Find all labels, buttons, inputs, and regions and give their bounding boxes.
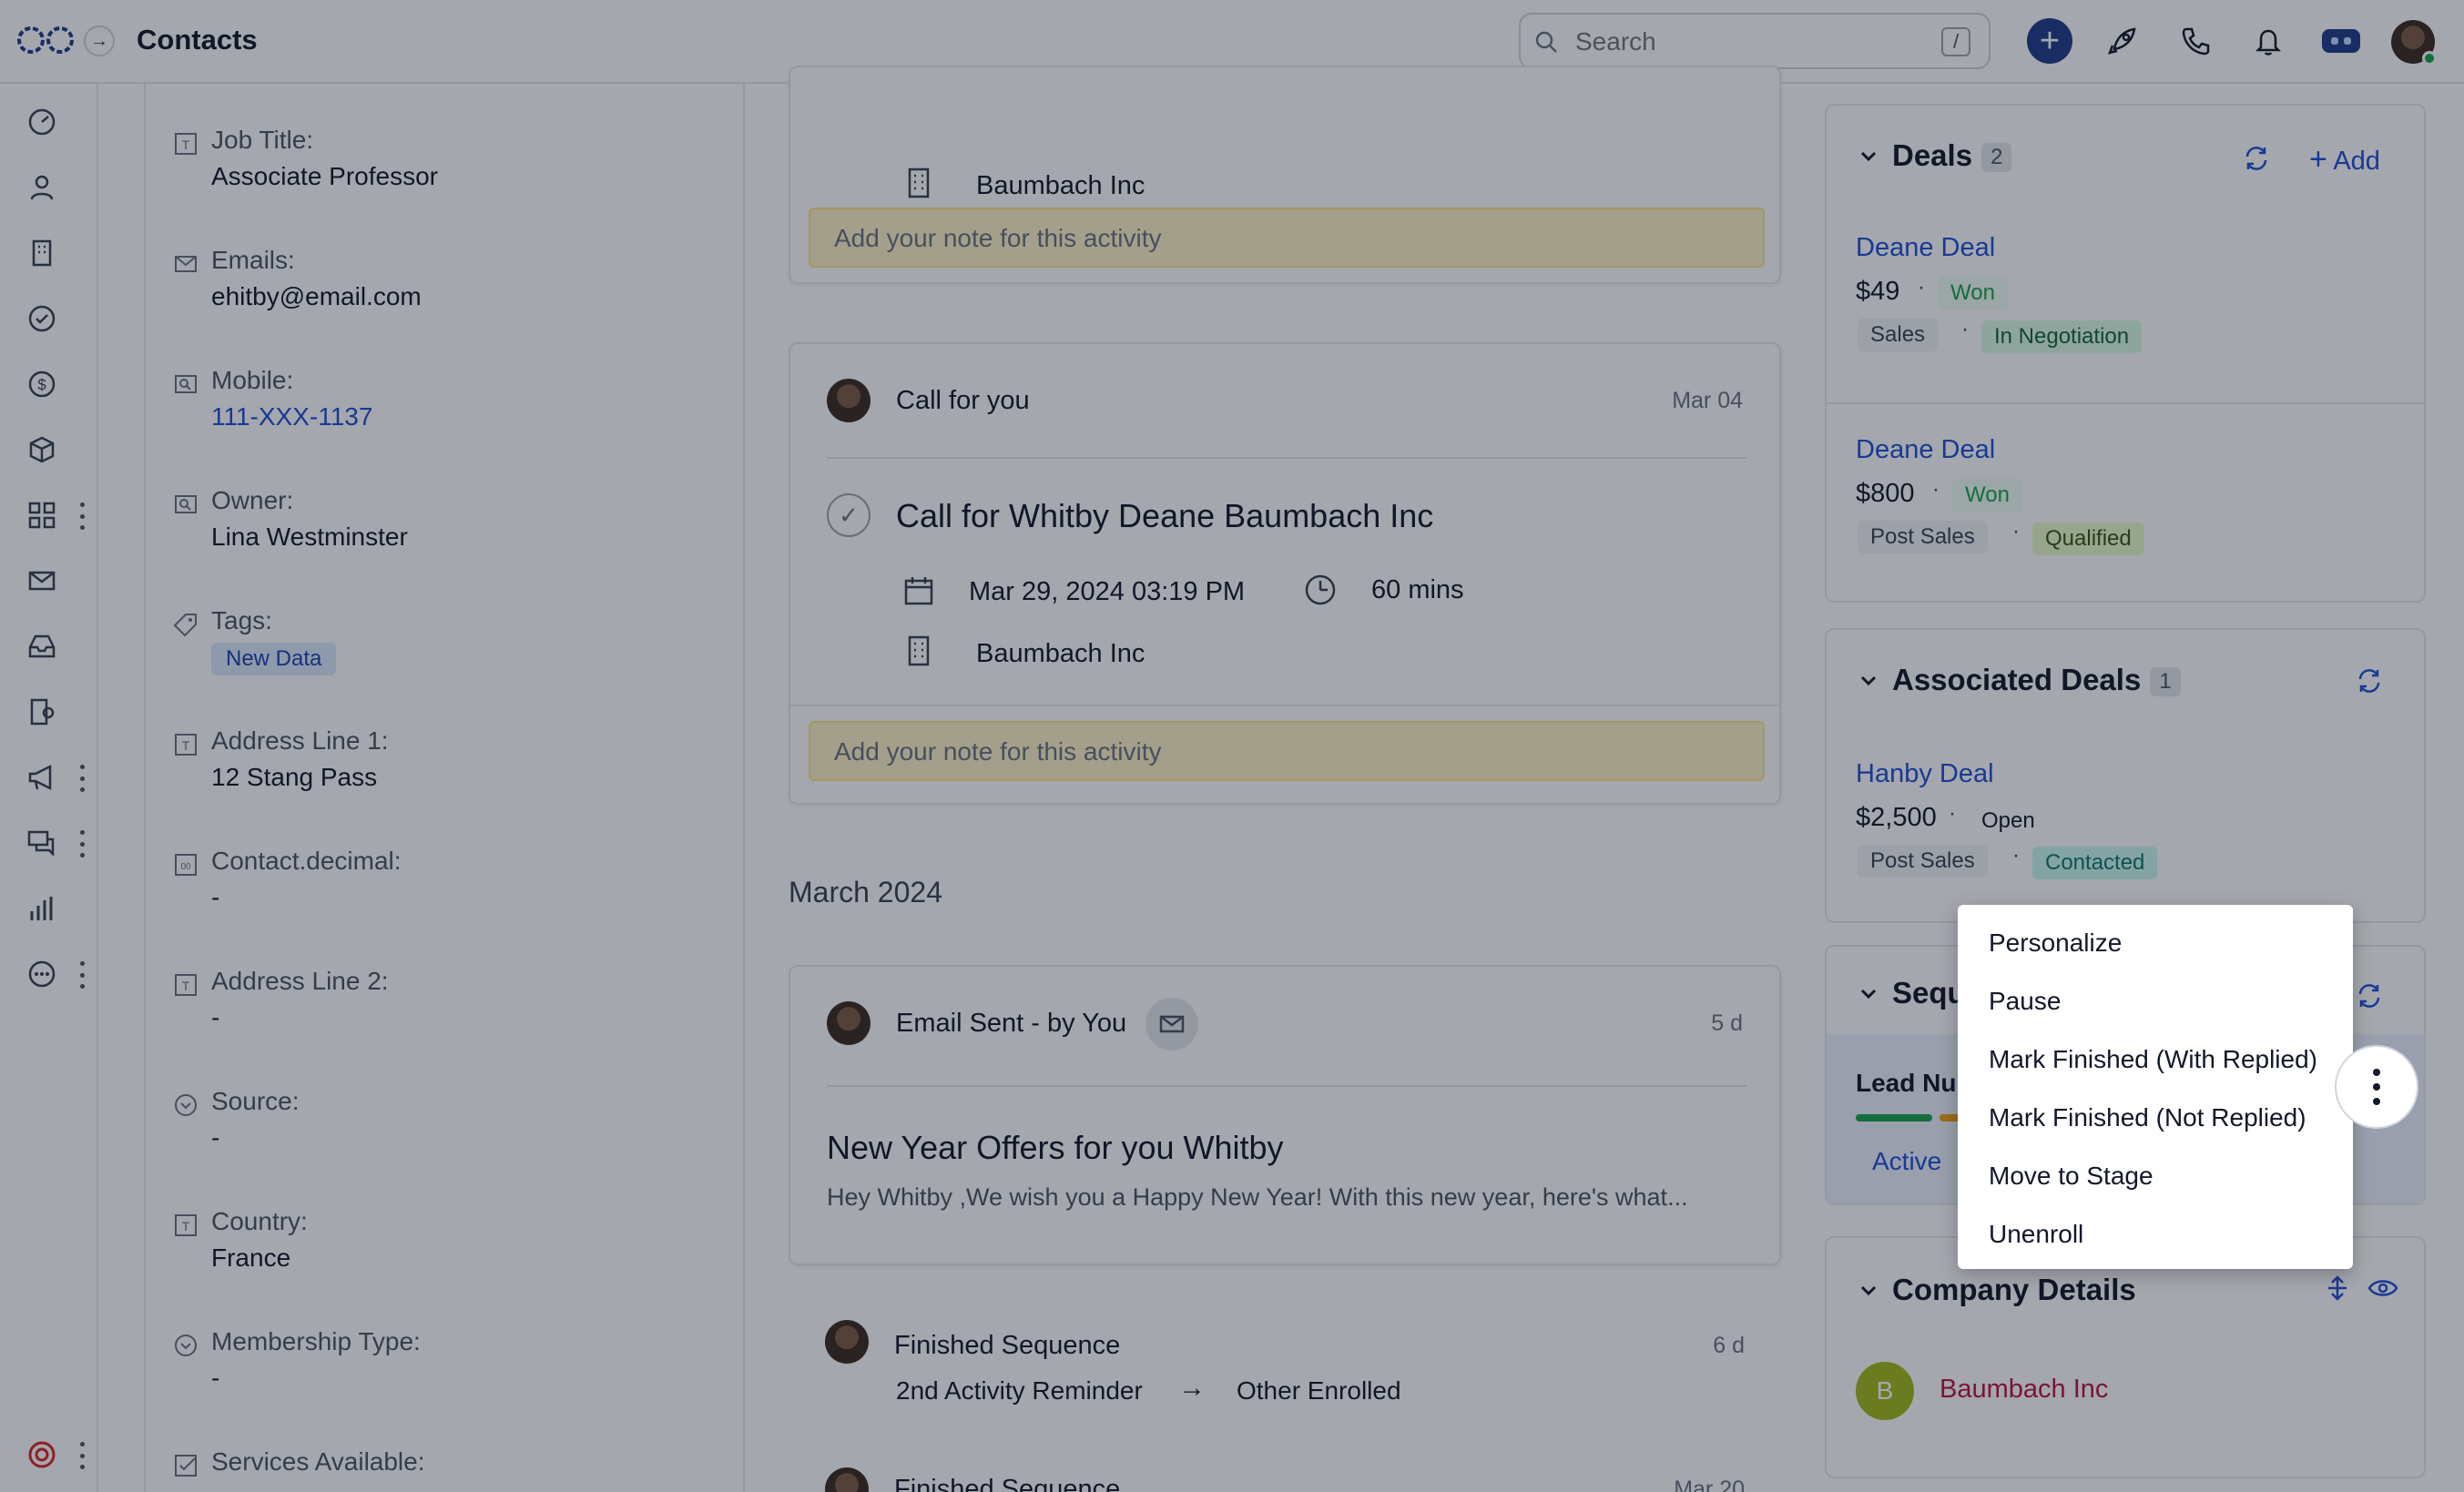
- menu-item-pause[interactable]: Pause: [1989, 987, 2061, 1016]
- sequence-actions-menu: Personalize Pause Mark Finished (With Re…: [1958, 905, 2353, 1269]
- menu-item-unenroll[interactable]: Unenroll: [1989, 1220, 2083, 1249]
- menu-item-move-to-stage[interactable]: Move to Stage: [1989, 1162, 2153, 1191]
- app-root: → Contacts / + $: [0, 0, 2464, 1492]
- kebab-menu-icon[interactable]: [2335, 1045, 2418, 1129]
- menu-item-mark-finished-with-replied[interactable]: Mark Finished (With Replied): [1989, 1045, 2317, 1074]
- menu-item-mark-finished-not-replied[interactable]: Mark Finished (Not Replied): [1989, 1103, 2306, 1132]
- menu-item-personalize[interactable]: Personalize: [1989, 929, 2122, 958]
